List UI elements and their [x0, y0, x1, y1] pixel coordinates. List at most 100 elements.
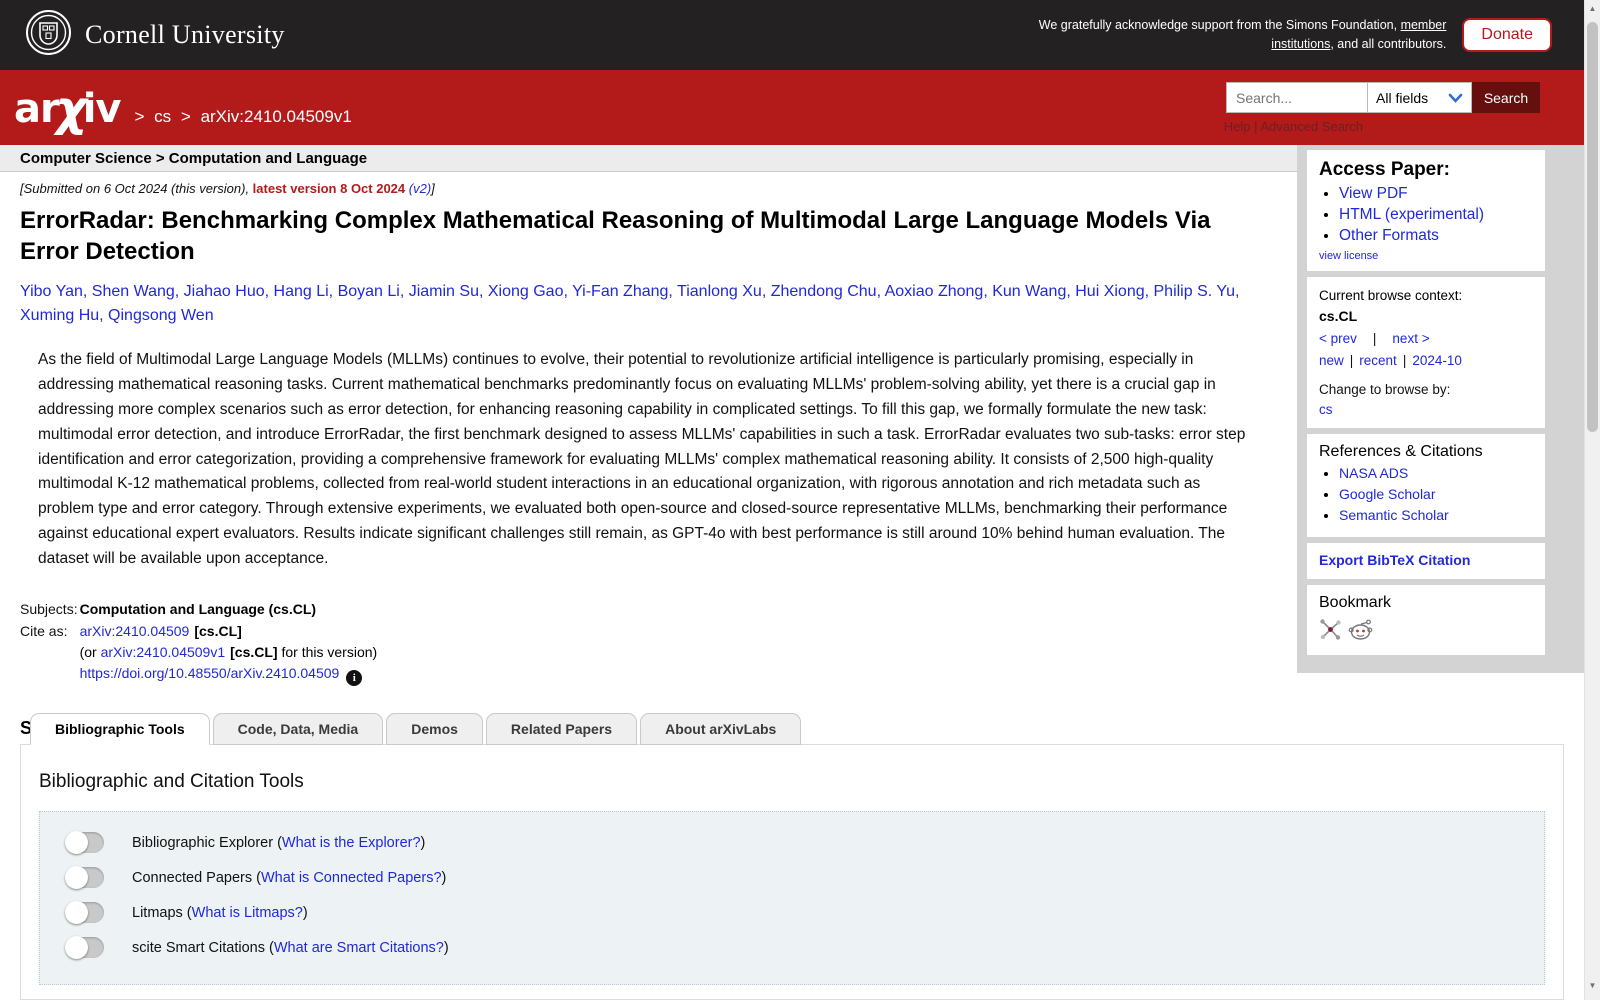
help-link[interactable]: Help: [1224, 119, 1251, 134]
nasa-ads-link[interactable]: NASA ADS: [1339, 465, 1408, 481]
search-input[interactable]: [1226, 82, 1368, 113]
paper-title: ErrorRadar: Benchmarking Complex Mathema…: [20, 207, 1211, 266]
litmaps-toggle[interactable]: [65, 901, 104, 924]
what-is-litmaps-link[interactable]: What is Litmaps?: [192, 905, 303, 921]
logo-ar: ar: [14, 86, 60, 132]
search-field-select[interactable]: All fields: [1368, 82, 1472, 113]
author-link[interactable]: Zhendong Chu: [771, 283, 877, 300]
html-experimental-link[interactable]: HTML (experimental): [1339, 206, 1484, 223]
reddit-icon[interactable]: [1348, 619, 1374, 646]
toggle-knob: [65, 866, 88, 889]
access-paper-title: Access Paper:: [1319, 159, 1450, 180]
google-scholar-link[interactable]: Google Scholar: [1339, 486, 1436, 502]
breadcrumb-separator: >: [180, 107, 191, 126]
references-title: References & Citations: [1319, 443, 1483, 461]
author-link[interactable]: Tianlong Xu: [677, 283, 762, 300]
tool-label: Bibliographic Explorer (What is the Expl…: [132, 835, 425, 851]
connected-papers-toggle[interactable]: [65, 866, 104, 889]
tab-related-papers[interactable]: Related Papers: [485, 713, 638, 745]
author-separator: ,: [174, 283, 184, 301]
cite-as-label: Cite as:: [20, 622, 68, 639]
scrollbar-thumb[interactable]: [1587, 22, 1598, 432]
bookmark-box: Bookmark: [1307, 585, 1545, 656]
author-link[interactable]: Xuming Hu: [20, 307, 99, 324]
cite-alt-prefix: (or: [79, 643, 101, 660]
author-link[interactable]: Philip S. Yu: [1154, 283, 1236, 300]
subjects-value: Computation and Language (cs.CL): [79, 600, 317, 617]
latest-version-link[interactable]: latest version 8 Oct 2024: [253, 181, 405, 196]
what-is-connected-papers-link[interactable]: What is Connected Papers?: [261, 870, 442, 886]
list-item: Semantic Scholar: [1339, 507, 1533, 525]
tool-text: scite Smart Citations (: [132, 939, 274, 956]
v2-version-link[interactable]: (v2): [409, 181, 431, 196]
author-separator: ,: [876, 283, 885, 301]
cornell-logo[interactable]: Cornell University: [25, 9, 285, 61]
author-separator: ,: [1235, 283, 1240, 301]
author-link[interactable]: Yibo Yan: [20, 283, 83, 300]
bibliographic-explorer-toggle[interactable]: [65, 831, 104, 854]
author-link[interactable]: Qingsong Wen: [108, 307, 214, 324]
next-link[interactable]: next >: [1392, 331, 1429, 346]
donate-button[interactable]: Donate: [1462, 18, 1552, 52]
submitted-suffix: ]: [431, 181, 435, 196]
semantic-scholar-link[interactable]: Semantic Scholar: [1339, 507, 1449, 523]
list-item: Google Scholar: [1339, 486, 1533, 504]
tool-row: scite Smart Citations (What are Smart Ci…: [65, 936, 1530, 959]
author-link[interactable]: Yi-Fan Zhang: [572, 283, 668, 300]
author-separator: ,: [1066, 283, 1076, 301]
bibsonomy-icon[interactable]: [1319, 618, 1342, 646]
author-separator: ,: [328, 283, 338, 301]
tab-about-arxivlabs[interactable]: About arXivLabs: [640, 713, 802, 745]
cite-version-link[interactable]: arXiv:2410.04509v1: [101, 644, 226, 660]
tab-code-data-media[interactable]: Code, Data, Media: [212, 713, 384, 745]
search-button[interactable]: Search: [1472, 82, 1540, 113]
author-separator: ,: [563, 283, 573, 301]
submitted-prefix: [Submitted on 6 Oct 2024 (this version),: [20, 181, 253, 196]
divider: |: [1349, 353, 1354, 369]
scrollbar-up-icon[interactable]: ▲: [1585, 4, 1600, 13]
view-license-link[interactable]: view license: [1319, 250, 1378, 262]
tab-row: Bibliographic Tools Code, Data, Media De…: [20, 713, 1564, 745]
tab-demos[interactable]: Demos: [386, 713, 483, 745]
support-acknowledgment: We gratefully acknowledge support from t…: [1026, 16, 1447, 54]
month-link[interactable]: 2024-10: [1412, 353, 1462, 368]
tool-text: Connected Papers (: [132, 869, 261, 886]
info-icon[interactable]: i: [346, 669, 363, 686]
advanced-search-link[interactable]: Advanced Search: [1260, 119, 1363, 134]
breadcrumb-cs-link[interactable]: cs: [154, 107, 171, 126]
cite-arxiv-link[interactable]: arXiv:2410.04509: [80, 623, 190, 639]
export-bibtex-link[interactable]: Export BibTeX Citation: [1319, 552, 1470, 568]
toggle-knob: [65, 936, 88, 959]
page-scrollbar[interactable]: ▲ ▼: [1584, 0, 1600, 1000]
prev-link[interactable]: < prev: [1319, 331, 1357, 346]
tab-bibliographic-tools[interactable]: Bibliographic Tools: [30, 713, 210, 745]
scite-smart-citations-toggle[interactable]: [65, 936, 104, 959]
author-link[interactable]: Boyan Li: [338, 283, 400, 300]
author-separator: ,: [1144, 283, 1154, 301]
what-is-explorer-link[interactable]: What is the Explorer?: [282, 835, 421, 851]
author-link[interactable]: Jiahao Huo: [184, 283, 265, 300]
author-link[interactable]: Hang Li: [274, 283, 329, 300]
author-link[interactable]: Aoxiao Zhong: [885, 283, 984, 300]
author-separator: ,: [399, 283, 409, 301]
cornell-seal-icon: [25, 9, 72, 61]
view-pdf-link[interactable]: View PDF: [1339, 185, 1408, 202]
author-link[interactable]: Xiong Gao: [488, 283, 564, 300]
bookmark-title: Bookmark: [1319, 594, 1392, 612]
new-link[interactable]: new: [1319, 353, 1344, 368]
cite-alt-class: [cs.CL]: [230, 643, 278, 660]
banner-help-links: Help | Advanced Search: [1224, 119, 1363, 134]
what-are-smart-citations-link[interactable]: What are Smart Citations?: [274, 940, 444, 956]
author-link[interactable]: Shen Wang: [92, 283, 175, 300]
other-formats-link[interactable]: Other Formats: [1339, 227, 1439, 244]
author-link[interactable]: Jiamin Su: [409, 283, 479, 300]
scrollbar-down-icon[interactable]: ▼: [1585, 981, 1600, 990]
chevron-down-icon: [1448, 90, 1463, 106]
doi-link[interactable]: https://doi.org/10.48550/arXiv.2410.0450…: [80, 665, 340, 681]
author-link[interactable]: Hui Xiong: [1075, 283, 1144, 300]
tool-label: Litmaps (What is Litmaps?): [132, 905, 308, 921]
recent-link[interactable]: recent: [1359, 353, 1397, 368]
author-link[interactable]: Kun Wang: [992, 283, 1066, 300]
browse-cs-link[interactable]: cs: [1319, 402, 1333, 417]
arxiv-logo[interactable]: arχiv: [14, 78, 121, 137]
